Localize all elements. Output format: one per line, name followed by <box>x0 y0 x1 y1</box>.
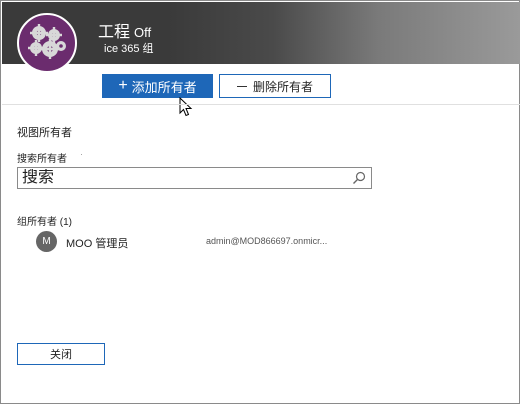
group-owners-label: 组所有者 <box>17 217 57 228</box>
search-input[interactable] <box>22 169 342 187</box>
add-owners-button[interactable]: + 添加所有者 <box>102 74 213 98</box>
group-avatar <box>17 13 77 73</box>
search-owners-box[interactable] <box>17 167 372 189</box>
mouse-pointer-icon <box>179 97 193 117</box>
group-title-text: 工程 <box>98 24 131 41</box>
search-owners-label: 搜索所有者 · <box>17 149 83 165</box>
search-icon[interactable] <box>352 171 366 185</box>
owners-dialog: 工程 Off ice 365 组 + 添加所有者 删除所有者 视图所有者 搜索所… <box>0 0 520 404</box>
group-title-suffix: Off <box>134 25 152 40</box>
group-title: 工程 Off <box>98 18 151 42</box>
minus-icon <box>236 85 247 87</box>
group-subtitle: ice 365 组 <box>104 43 154 55</box>
header-gradient <box>167 2 520 64</box>
close-button[interactable]: 关闭 <box>17 343 105 365</box>
gears-icon <box>28 24 66 59</box>
add-owners-label: 添加所有者 <box>131 79 197 95</box>
remove-owners-label: 删除所有者 <box>252 79 313 94</box>
group-owners-count: (1) <box>59 217 73 228</box>
field-marker: · <box>80 149 83 159</box>
header-divider <box>2 104 520 105</box>
owner-list-item[interactable]: M MOO 管理员 admin@MOD866697.onmicr... <box>36 231 356 253</box>
search-owners-label-text: 搜索所有者 <box>17 154 67 165</box>
plus-icon: + <box>118 77 128 94</box>
group-header: 工程 Off ice 365 组 <box>2 2 520 64</box>
remove-owners-button[interactable]: 删除所有者 <box>219 74 331 98</box>
owner-avatar: M <box>36 231 57 252</box>
owner-name: MOO 管理员 <box>66 238 129 250</box>
view-owners-heading: 视图所有者 <box>17 127 72 139</box>
owner-email: admin@MOD866697.onmicr... <box>206 236 328 246</box>
group-owners-heading: 组所有者 (1) <box>17 213 72 228</box>
